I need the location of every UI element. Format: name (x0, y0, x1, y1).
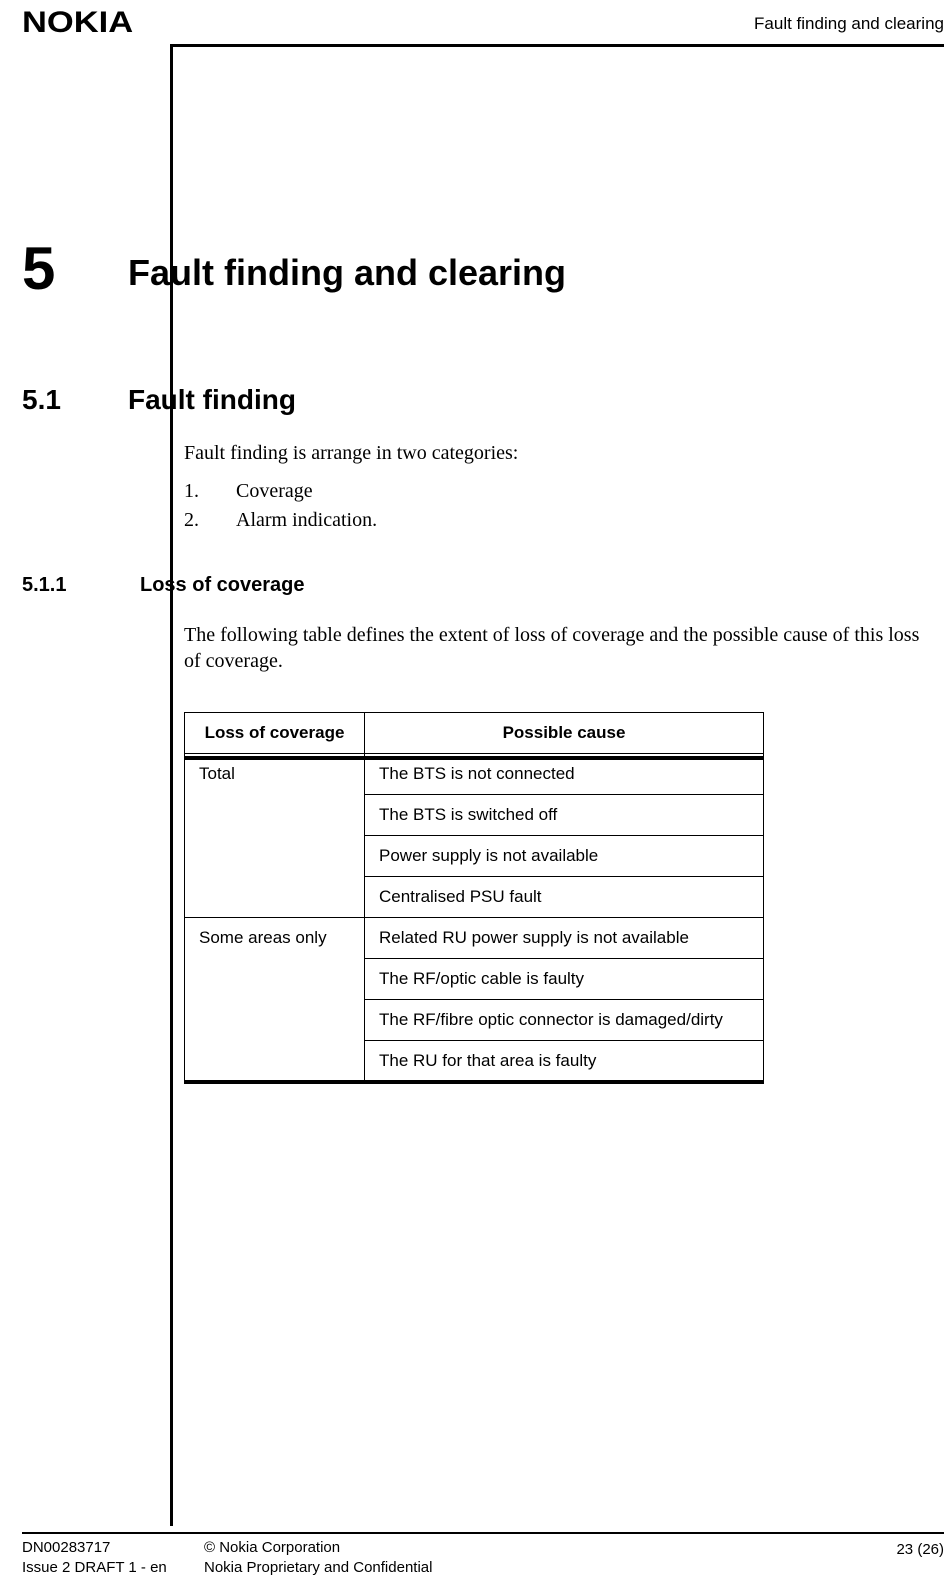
subsection-title: Loss of coverage (140, 574, 305, 597)
cell-cause: The BTS is not connected (365, 754, 764, 795)
chapter-title: Fault finding and clearing (128, 252, 566, 294)
cell-loss: Total (185, 754, 365, 918)
list-item-text: Coverage (236, 480, 313, 502)
page: NOKIA Fault finding and clearing 5 Fault… (0, 0, 944, 1596)
footer-doc-id: DN00283717 (22, 1538, 167, 1558)
list-item-number: 1. (184, 480, 236, 503)
cell-cause: The RF/optic cable is faulty (365, 959, 764, 1000)
chapter-number: 5 (22, 234, 55, 303)
subsection-number: 5.1.1 (22, 574, 66, 597)
table-header-cause: Possible cause (365, 713, 764, 754)
cell-loss: Some areas only (185, 918, 365, 1082)
footer-left: DN00283717 Issue 2 DRAFT 1 - en (22, 1538, 167, 1579)
list-item: 2.Alarm indication. (184, 509, 934, 532)
footer-page-number: 23 (26) (896, 1541, 944, 1558)
table-row: Some areas only Related RU power supply … (185, 918, 764, 959)
footer-center: © Nokia Corporation Nokia Proprietary an… (204, 1538, 432, 1579)
category-list: 1.Coverage 2.Alarm indication. (184, 474, 934, 532)
footer-issue: Issue 2 DRAFT 1 - en (22, 1558, 167, 1578)
cell-cause: The RU for that area is faulty (365, 1041, 764, 1082)
page-header: NOKIA Fault finding and clearing (22, 6, 944, 44)
footer-copyright: © Nokia Corporation (204, 1538, 432, 1558)
table-row: Total The BTS is not connected (185, 754, 764, 795)
list-item-text: Alarm indication. (236, 509, 377, 531)
cell-cause: The BTS is switched off (365, 795, 764, 836)
cell-cause: The RF/fibre optic connector is damaged/… (365, 1000, 764, 1041)
loss-of-coverage-table: Loss of coverage Possible cause Total Th… (184, 712, 764, 1082)
footer-rule (22, 1532, 944, 1534)
cell-cause: Centralised PSU fault (365, 877, 764, 918)
section-number: 5.1 (22, 384, 61, 416)
table-header-loss: Loss of coverage (185, 713, 365, 754)
cell-cause: Power supply is not available (365, 836, 764, 877)
cell-cause: Related RU power supply is not available (365, 918, 764, 959)
running-header-title: Fault finding and clearing (754, 14, 944, 34)
subsection-intro: The following table defines the extent o… (184, 622, 934, 674)
section-title: Fault finding (128, 384, 296, 416)
table-bottom-border (184, 1080, 764, 1084)
table-header-row: Loss of coverage Possible cause (185, 713, 764, 754)
list-item-number: 2. (184, 509, 236, 532)
footer-confidential: Nokia Proprietary and Confidential (204, 1558, 432, 1578)
list-item: 1.Coverage (184, 480, 934, 503)
section-intro: Fault finding is arrange in two categori… (184, 442, 934, 465)
content-area: 5 Fault finding and clearing 5.1 Fault f… (0, 44, 944, 1526)
